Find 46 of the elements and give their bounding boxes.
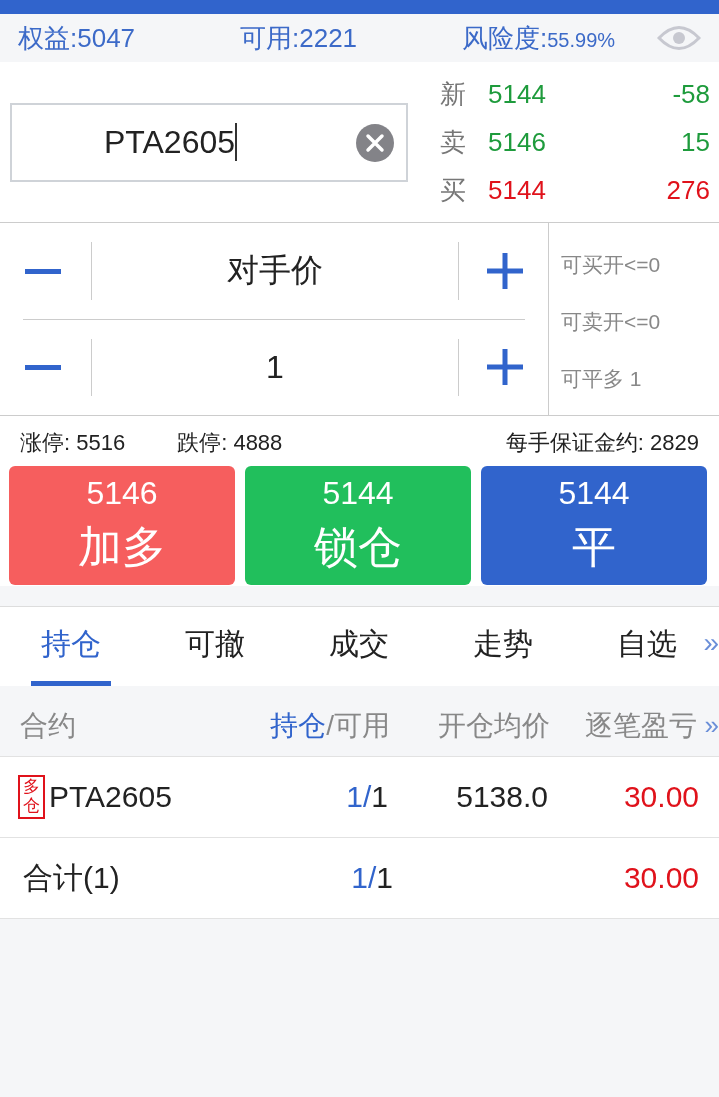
available-value: 2221 bbox=[299, 22, 358, 54]
held-cell: 1/ bbox=[351, 861, 377, 895]
column-header: 合约 bbox=[20, 709, 77, 743]
tab[interactable]: 走势 bbox=[431, 607, 575, 686]
plus-icon[interactable] bbox=[485, 250, 525, 291]
quote-label: 卖 bbox=[440, 125, 467, 159]
avg-price-cell-text: 5138.0 bbox=[455, 780, 548, 814]
quote-label: 买 bbox=[440, 173, 467, 207]
contract-field[interactable]: PTA2605 bbox=[10, 102, 408, 182]
quote-price: 5146 bbox=[488, 126, 547, 158]
quote-price: 5144 bbox=[488, 174, 547, 206]
column-header[interactable]: 持仓 bbox=[270, 707, 327, 745]
quote-change: 276 bbox=[666, 174, 710, 206]
pnl-cell-text: 30.00 bbox=[622, 780, 699, 814]
capacity-text: 可买开<=0 bbox=[561, 252, 661, 279]
column-header: 逐笔盈亏 bbox=[584, 709, 698, 743]
quote-change: -58 bbox=[672, 78, 710, 110]
held-cell: 1/ bbox=[346, 780, 372, 814]
risk-value: 55.99% bbox=[547, 28, 616, 52]
equity-label: 权益: bbox=[18, 21, 78, 55]
stepper-value[interactable]: 对手价 bbox=[91, 242, 459, 300]
clear-icon[interactable] bbox=[356, 123, 394, 162]
available-cell: 1 bbox=[371, 780, 388, 814]
available-cell: 1 bbox=[376, 861, 393, 895]
capacity-text: 可平多 1 bbox=[561, 365, 643, 392]
plus-icon[interactable] bbox=[485, 347, 525, 388]
contract-cell[interactable]: PTA2605 bbox=[49, 780, 172, 814]
quote-label: 新 bbox=[440, 77, 467, 111]
limit-text: 每手保证金约: 2829 bbox=[505, 429, 699, 457]
order-button[interactable]: 5144 平 bbox=[481, 466, 707, 585]
risk-label: 风险度: bbox=[462, 21, 548, 55]
tab[interactable]: 持仓 bbox=[31, 607, 111, 686]
total-label: 合计(1) bbox=[23, 859, 121, 896]
stepper-value[interactable]: 1 bbox=[91, 338, 459, 396]
tab[interactable]: 成交 bbox=[287, 607, 431, 686]
quote-change: 15 bbox=[681, 126, 710, 158]
quote-price: 5144 bbox=[488, 78, 547, 110]
limit-text: 跌停: 4888 bbox=[177, 429, 283, 457]
position-tag: 多仓 bbox=[18, 775, 45, 819]
column-header: 开仓均价 bbox=[437, 709, 550, 743]
pnl-cell-text: 30.00 bbox=[622, 861, 699, 895]
tab[interactable]: 可撤 bbox=[143, 607, 287, 686]
capacity-text: 可卖开<=0 bbox=[561, 309, 661, 335]
equity-value: 5047 bbox=[77, 22, 136, 54]
limit-text: 涨停: 5516 bbox=[20, 429, 126, 457]
available-label: 可用: bbox=[240, 21, 300, 55]
